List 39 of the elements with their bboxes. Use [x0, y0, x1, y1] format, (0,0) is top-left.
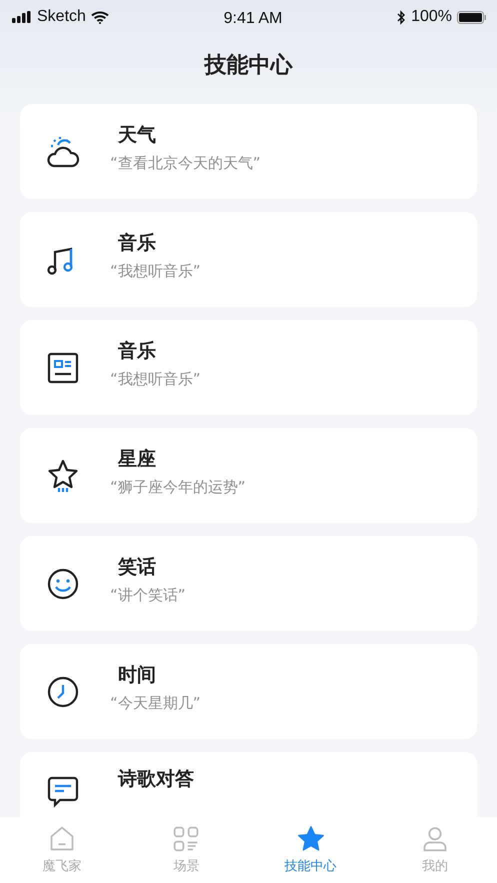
- skill-card[interactable]: 音乐 “我想听音乐”: [20, 320, 477, 415]
- skill-example: “讲个笑话”: [110, 586, 186, 605]
- person-icon: [420, 825, 449, 853]
- star-icon: [46, 458, 80, 492]
- skill-example: “查看北京今天的天气”: [110, 154, 261, 173]
- carrier-name: Sketch: [37, 8, 86, 26]
- newspaper-icon: [46, 350, 80, 384]
- skill-card[interactable]: 星座 “狮子座今年的运势”: [20, 428, 477, 523]
- skill-card[interactable]: 笑话 “讲个笑话”: [20, 536, 477, 631]
- tab[interactable]: 技能中心: [248, 817, 373, 883]
- skill-name: 音乐: [118, 231, 157, 256]
- skill-name: 笑话: [118, 555, 157, 580]
- skill-card[interactable]: 时间 “今天星期几”: [20, 644, 477, 739]
- grid-icon: [172, 825, 200, 853]
- skill-example: “狮子座今年的运势”: [110, 478, 246, 497]
- home-icon: [48, 825, 76, 853]
- cloud-sun-icon: [46, 134, 80, 168]
- skill-name: 时间: [118, 663, 157, 688]
- page-title: 技能中心: [203, 52, 294, 80]
- skill-name: 音乐: [118, 339, 157, 364]
- skill-name: 天气: [118, 123, 157, 148]
- skill-example: “我想听音乐”: [110, 262, 201, 281]
- battery-icon: [456, 10, 487, 24]
- bluetooth-icon: [397, 10, 406, 24]
- skill-card[interactable]: 天气 “查看北京今天的天气”: [20, 104, 477, 199]
- skill-name: 星座: [118, 447, 157, 472]
- status-time: 9:41 AM: [224, 10, 282, 28]
- star-icon: [296, 825, 325, 853]
- skill-card[interactable]: 音乐 “我想听音乐”: [20, 212, 477, 307]
- signal-icon: [12, 11, 32, 23]
- clock-icon: [46, 674, 80, 708]
- skill-card[interactable]: 诗歌对答: [20, 752, 477, 817]
- battery-percent: 100%: [411, 8, 452, 26]
- skill-example: “我想听音乐”: [110, 370, 201, 389]
- skill-example: “今天星期几”: [110, 694, 201, 713]
- skill-name: 诗歌对答: [118, 767, 194, 792]
- chat-bubble-icon: [46, 774, 80, 808]
- smiley-icon: [46, 566, 80, 600]
- wifi-icon: [90, 10, 109, 24]
